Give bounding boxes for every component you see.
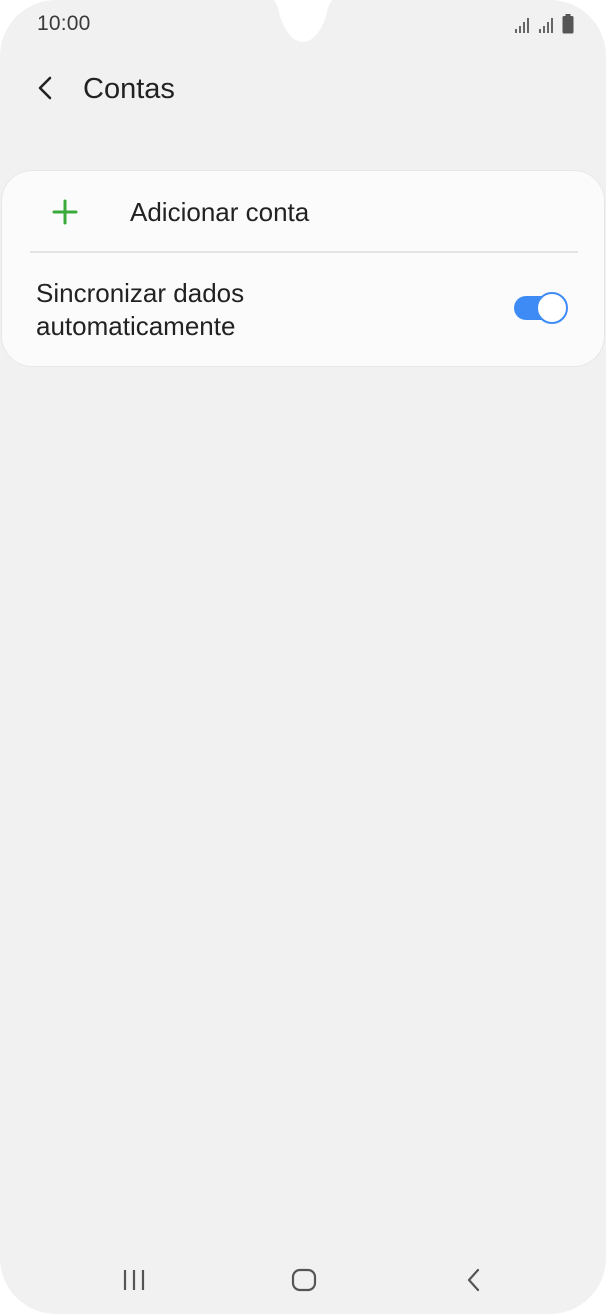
plus-icon: [52, 199, 78, 225]
phone-screen: 10:00 Contas Adicionar conta Sincronizar…: [0, 0, 606, 1314]
back-icon: [467, 1268, 480, 1292]
header: Contas: [0, 60, 606, 120]
home-icon: [291, 1268, 317, 1292]
navigation-bar: [0, 1250, 606, 1310]
status-time: 10:00: [37, 12, 91, 35]
auto-sync-row[interactable]: Sincronizar dados automaticamente: [2, 253, 604, 366]
page-title: Contas: [83, 73, 175, 105]
add-account-row[interactable]: Adicionar conta: [2, 171, 604, 251]
auto-sync-toggle[interactable]: [512, 292, 568, 324]
auto-sync-label: Sincronizar dados automaticamente: [36, 278, 245, 341]
chevron-left-icon: [38, 76, 52, 100]
signal-icon: [515, 18, 529, 33]
status-icons: [514, 12, 574, 34]
add-account-label: Adicionar conta: [130, 197, 310, 227]
recents-icon: [123, 1270, 145, 1290]
status-bar: 10:00: [0, 0, 606, 48]
battery-icon: [562, 14, 574, 34]
toggle-thumb: [536, 292, 568, 324]
nav-back-button[interactable]: [454, 1264, 494, 1296]
signal-icon: [539, 18, 553, 33]
back-button[interactable]: [26, 68, 66, 108]
recents-button[interactable]: [114, 1264, 154, 1296]
home-button[interactable]: [284, 1264, 324, 1296]
camera-notch: [273, 0, 333, 42]
accounts-card: Adicionar conta Sincronizar dados automa…: [2, 171, 604, 366]
